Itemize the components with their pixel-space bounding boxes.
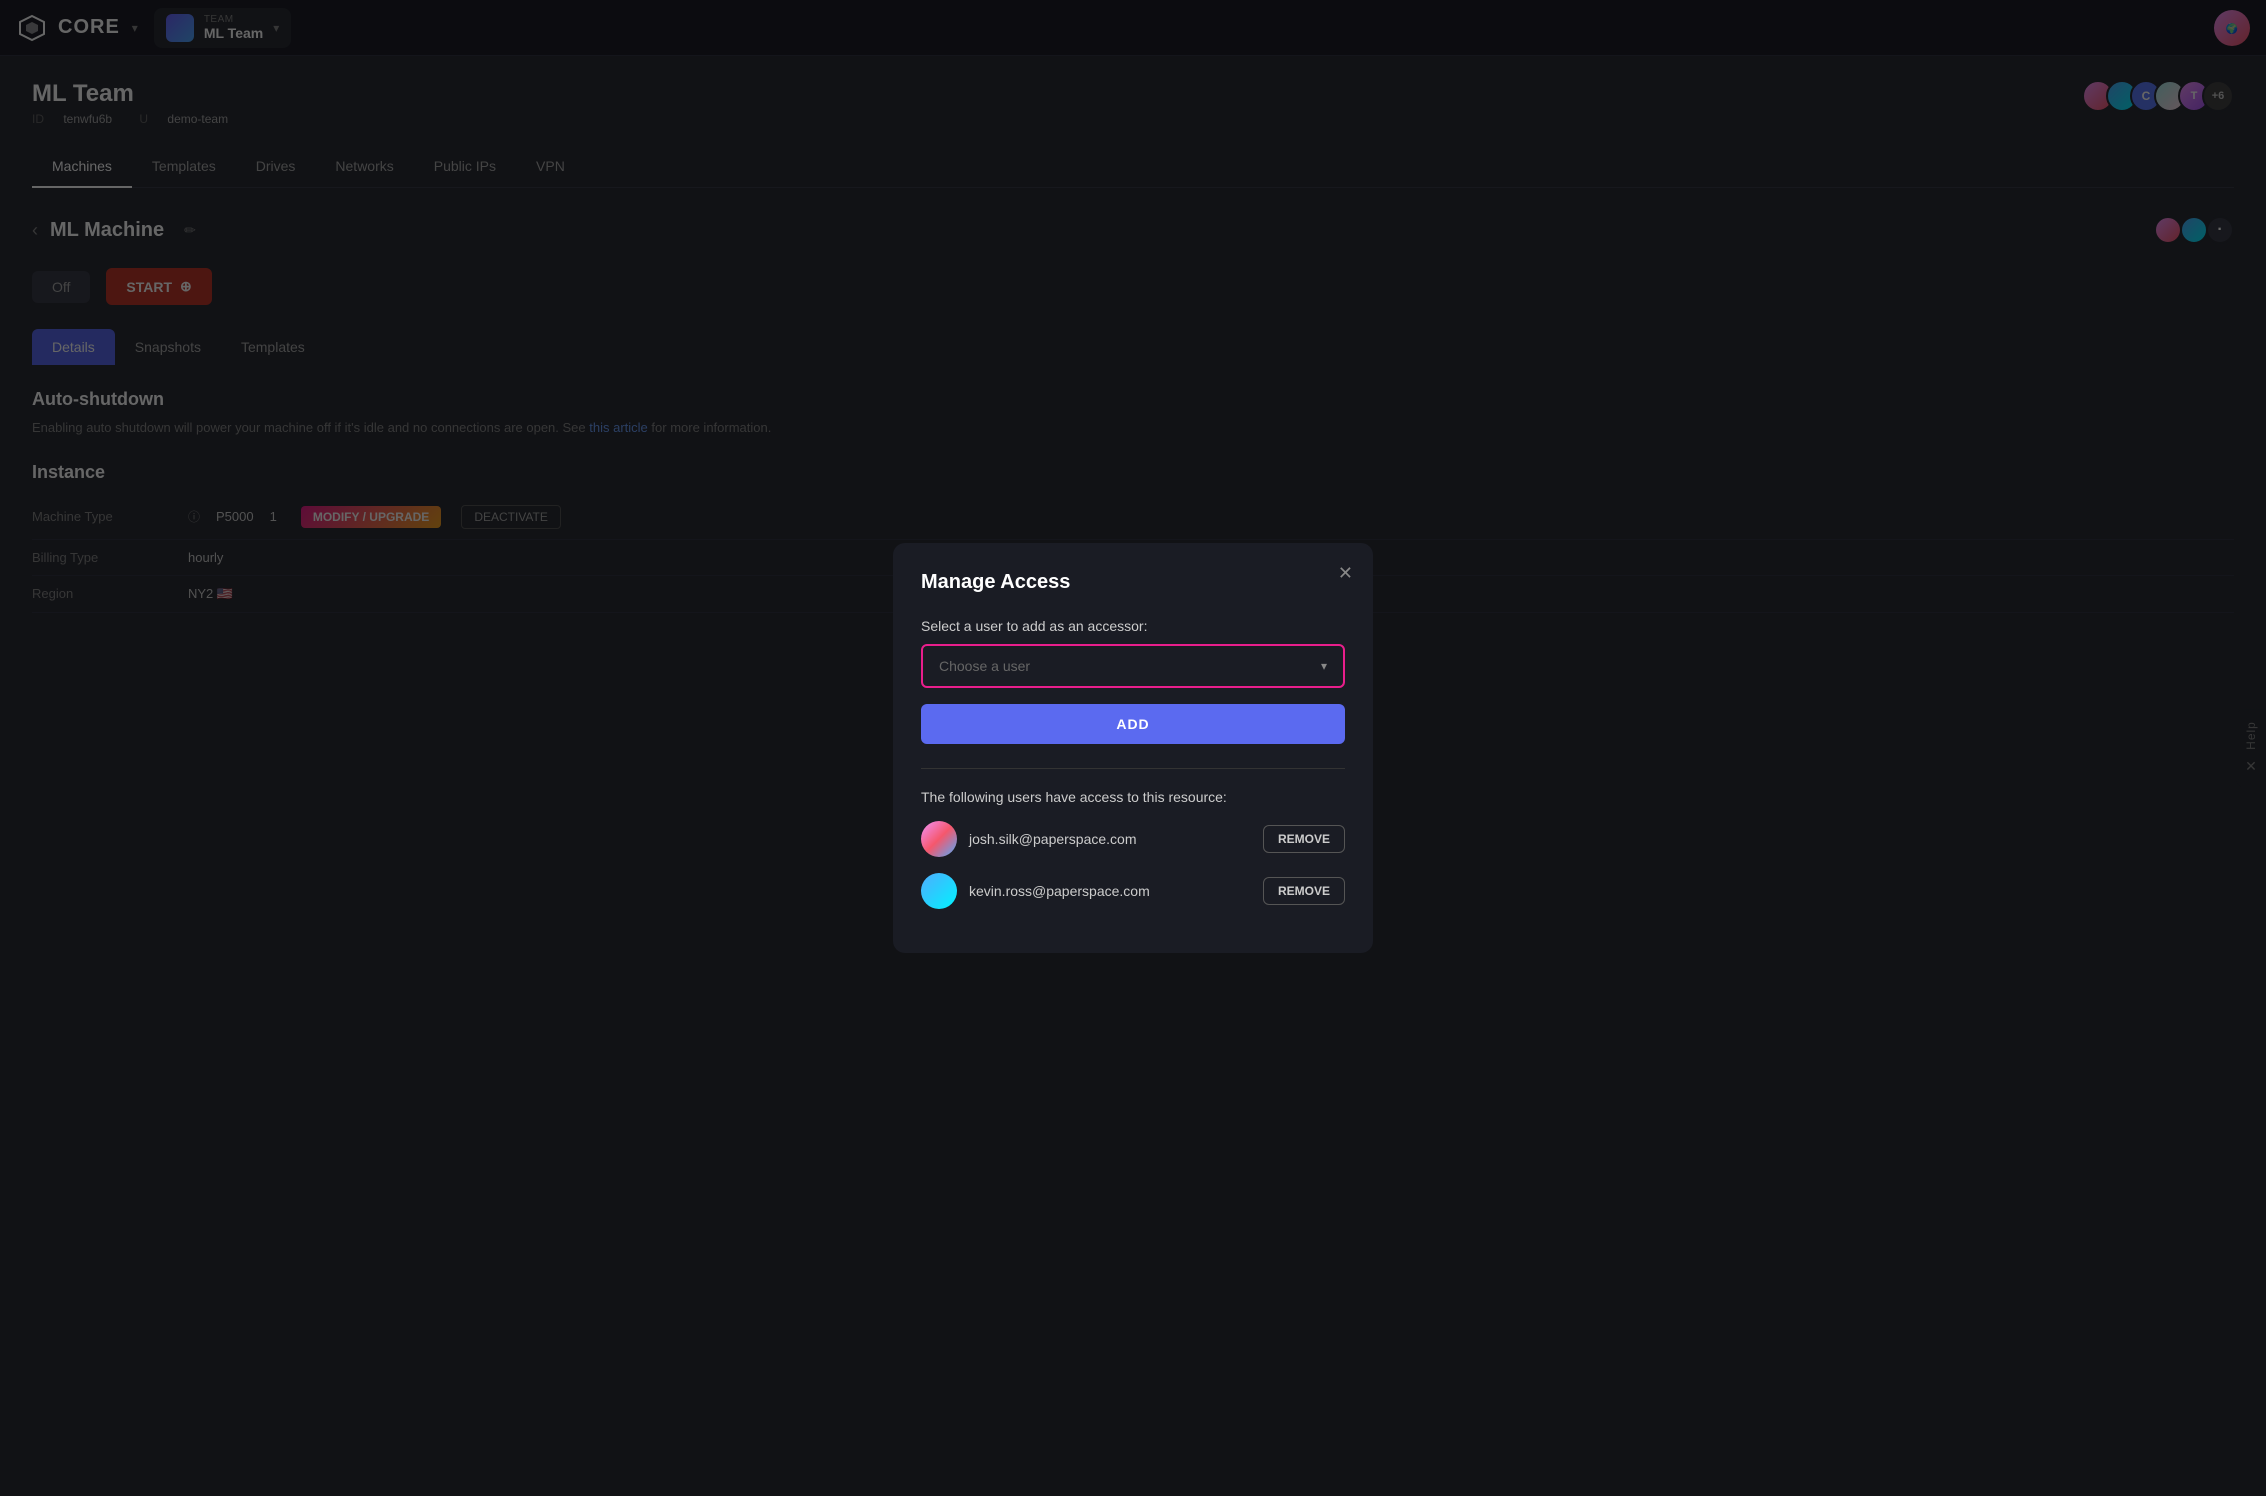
modal-overlay[interactable]: Manage Access ✕ Select a user to add as … [0, 0, 2266, 1496]
user-email-2: kevin.ross@paperspace.com [969, 883, 1251, 899]
select-user-label: Select a user to add as an accessor: [921, 618, 1345, 634]
remove-user-2-button[interactable]: REMOVE [1263, 877, 1345, 905]
user-row-1: josh.silk@paperspace.com REMOVE [921, 821, 1345, 857]
modal-title: Manage Access [921, 571, 1345, 594]
remove-user-1-button[interactable]: REMOVE [1263, 825, 1345, 853]
modal-divider [921, 768, 1345, 769]
user-row-2: kevin.ross@paperspace.com REMOVE [921, 873, 1345, 909]
modal-close-button[interactable]: ✕ [1338, 563, 1353, 584]
user-avatar-2 [921, 873, 957, 909]
dropdown-chevron-icon: ▾ [1321, 659, 1327, 673]
manage-access-modal: Manage Access ✕ Select a user to add as … [893, 543, 1373, 953]
user-avatar-1 [921, 821, 957, 857]
user-select-dropdown[interactable]: Choose a user ▾ [921, 644, 1345, 688]
user-email-1: josh.silk@paperspace.com [969, 831, 1251, 847]
access-users-label: The following users have access to this … [921, 789, 1345, 805]
add-user-button[interactable]: ADD [921, 704, 1345, 744]
user-select-placeholder: Choose a user [939, 658, 1030, 674]
